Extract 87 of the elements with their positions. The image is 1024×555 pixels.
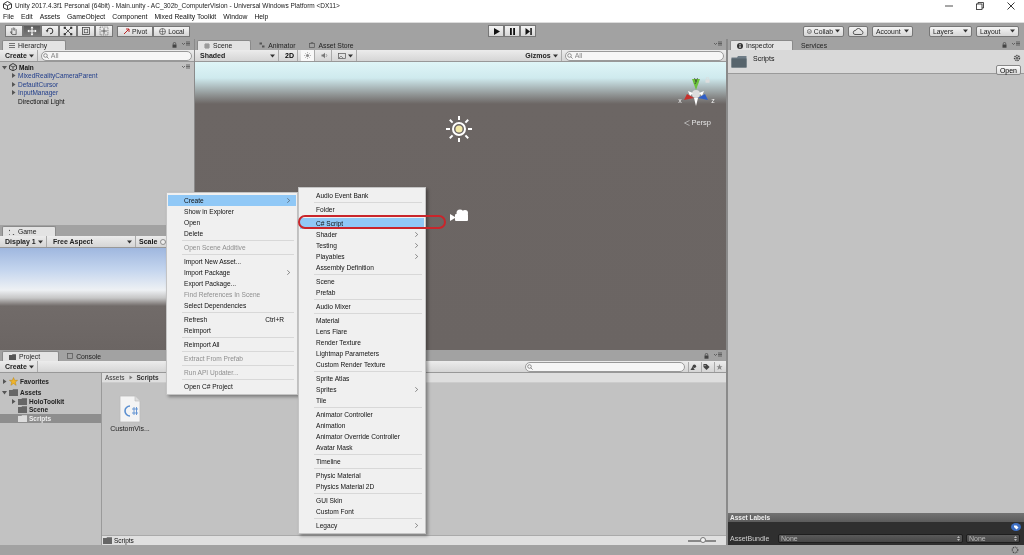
- axis-gizmo-drawing[interactable]: [684, 79, 708, 106]
- lock-icon: [172, 41, 177, 48]
- play-icon: [491, 26, 501, 36]
- caret-icon: [552, 53, 558, 58]
- transform-tool-icon: [99, 26, 109, 36]
- restore-icon[interactable]: [976, 1, 984, 10]
- step-button[interactable]: [520, 25, 536, 37]
- close-icon[interactable]: [1007, 1, 1015, 10]
- folder-icon: [731, 55, 747, 68]
- expand-arrow-icon[interactable]: [2, 390, 7, 396]
- expand-arrow-icon[interactable]: [11, 73, 16, 79]
- settings-icon[interactable]: [1013, 54, 1021, 62]
- cloud-icon: [852, 27, 864, 35]
- tag-icon: [703, 362, 710, 371]
- rect-tool-icon: [81, 26, 91, 36]
- store-icon: [309, 42, 316, 48]
- caret-icon: [904, 29, 909, 33]
- rotate-tool-icon: [45, 26, 55, 36]
- caret-icon: [28, 364, 34, 369]
- search-icon: [42, 52, 49, 59]
- image-icon: [337, 52, 346, 59]
- caret-icon: [28, 53, 34, 58]
- search-icon: [566, 52, 573, 59]
- lock-icon: [704, 352, 709, 359]
- lock-icon: [705, 77, 710, 83]
- unity-logo-icon: [3, 1, 12, 10]
- chevron-icon: [128, 375, 133, 380]
- sun-icon: [303, 52, 311, 59]
- lighting-toggle[interactable]: [300, 50, 315, 61]
- hand-tool-icon: [9, 26, 19, 36]
- animator-icon: [259, 42, 266, 48]
- caret-icon: [963, 29, 968, 33]
- scale-tool-icon: [63, 26, 73, 36]
- panel-menu-icon[interactable]: [182, 41, 190, 46]
- spinner-icon: [1011, 546, 1019, 554]
- tag-filter-button[interactable]: [701, 361, 711, 372]
- caret-icon: [1010, 29, 1015, 33]
- info-icon: [737, 42, 743, 49]
- tag-icon[interactable]: [1011, 523, 1021, 531]
- tool-button[interactable]: [77, 25, 95, 37]
- check-circle-icon: [807, 27, 812, 35]
- tool-button[interactable]: [59, 25, 77, 37]
- cloud-button[interactable]: [848, 25, 868, 37]
- shapes-icon: [690, 362, 697, 371]
- caret-icon: [38, 239, 43, 244]
- step-icon: [523, 26, 533, 36]
- play-button[interactable]: [488, 25, 504, 37]
- star-icon: [9, 376, 18, 386]
- expand-arrow-icon[interactable]: [11, 81, 16, 87]
- updown-icon: [1014, 535, 1017, 541]
- console-icon: [67, 353, 74, 359]
- search-icon: [527, 363, 533, 370]
- pause-button[interactable]: [504, 25, 520, 37]
- sun-icon: [445, 115, 473, 143]
- expand-arrow-icon[interactable]: [2, 64, 7, 70]
- caret-icon: [127, 239, 132, 244]
- caret-icon: [835, 29, 840, 33]
- star-filter-button[interactable]: [714, 361, 724, 372]
- perspective-icon: [684, 119, 691, 126]
- updown-icon: [957, 535, 960, 541]
- star-icon: [716, 362, 723, 371]
- panel-menu-icon[interactable]: [714, 352, 722, 357]
- panel-menu-icon[interactable]: [714, 41, 722, 46]
- icon-size-slider[interactable]: [688, 539, 716, 542]
- list-icon: [9, 43, 15, 48]
- panel-menu-icon[interactable]: [1012, 41, 1020, 46]
- panel-menu-icon[interactable]: [182, 63, 190, 69]
- tool-button[interactable]: [23, 25, 41, 37]
- unity-logo-icon: [9, 63, 17, 72]
- globe-icon: [159, 27, 167, 35]
- caret-icon: [270, 53, 275, 58]
- expand-arrow-icon[interactable]: [11, 398, 16, 404]
- expand-arrow-icon[interactable]: [11, 90, 16, 96]
- pivot-icon: [123, 27, 130, 35]
- pause-icon: [507, 26, 517, 36]
- tool-button[interactable]: [41, 25, 59, 37]
- search-field[interactable]: [525, 361, 685, 372]
- move-tool-icon: [27, 26, 37, 36]
- camera-icon: [449, 208, 471, 224]
- grid-icon: [204, 42, 210, 49]
- shapes-filter-button[interactable]: [688, 361, 698, 372]
- expand-arrow-icon[interactable]: [2, 378, 7, 384]
- caret-icon: [347, 53, 353, 58]
- lock-icon: [1002, 41, 1007, 48]
- speaker-icon: [320, 52, 328, 59]
- csharp-file-icon[interactable]: [119, 395, 141, 423]
- game-icon: [9, 228, 15, 235]
